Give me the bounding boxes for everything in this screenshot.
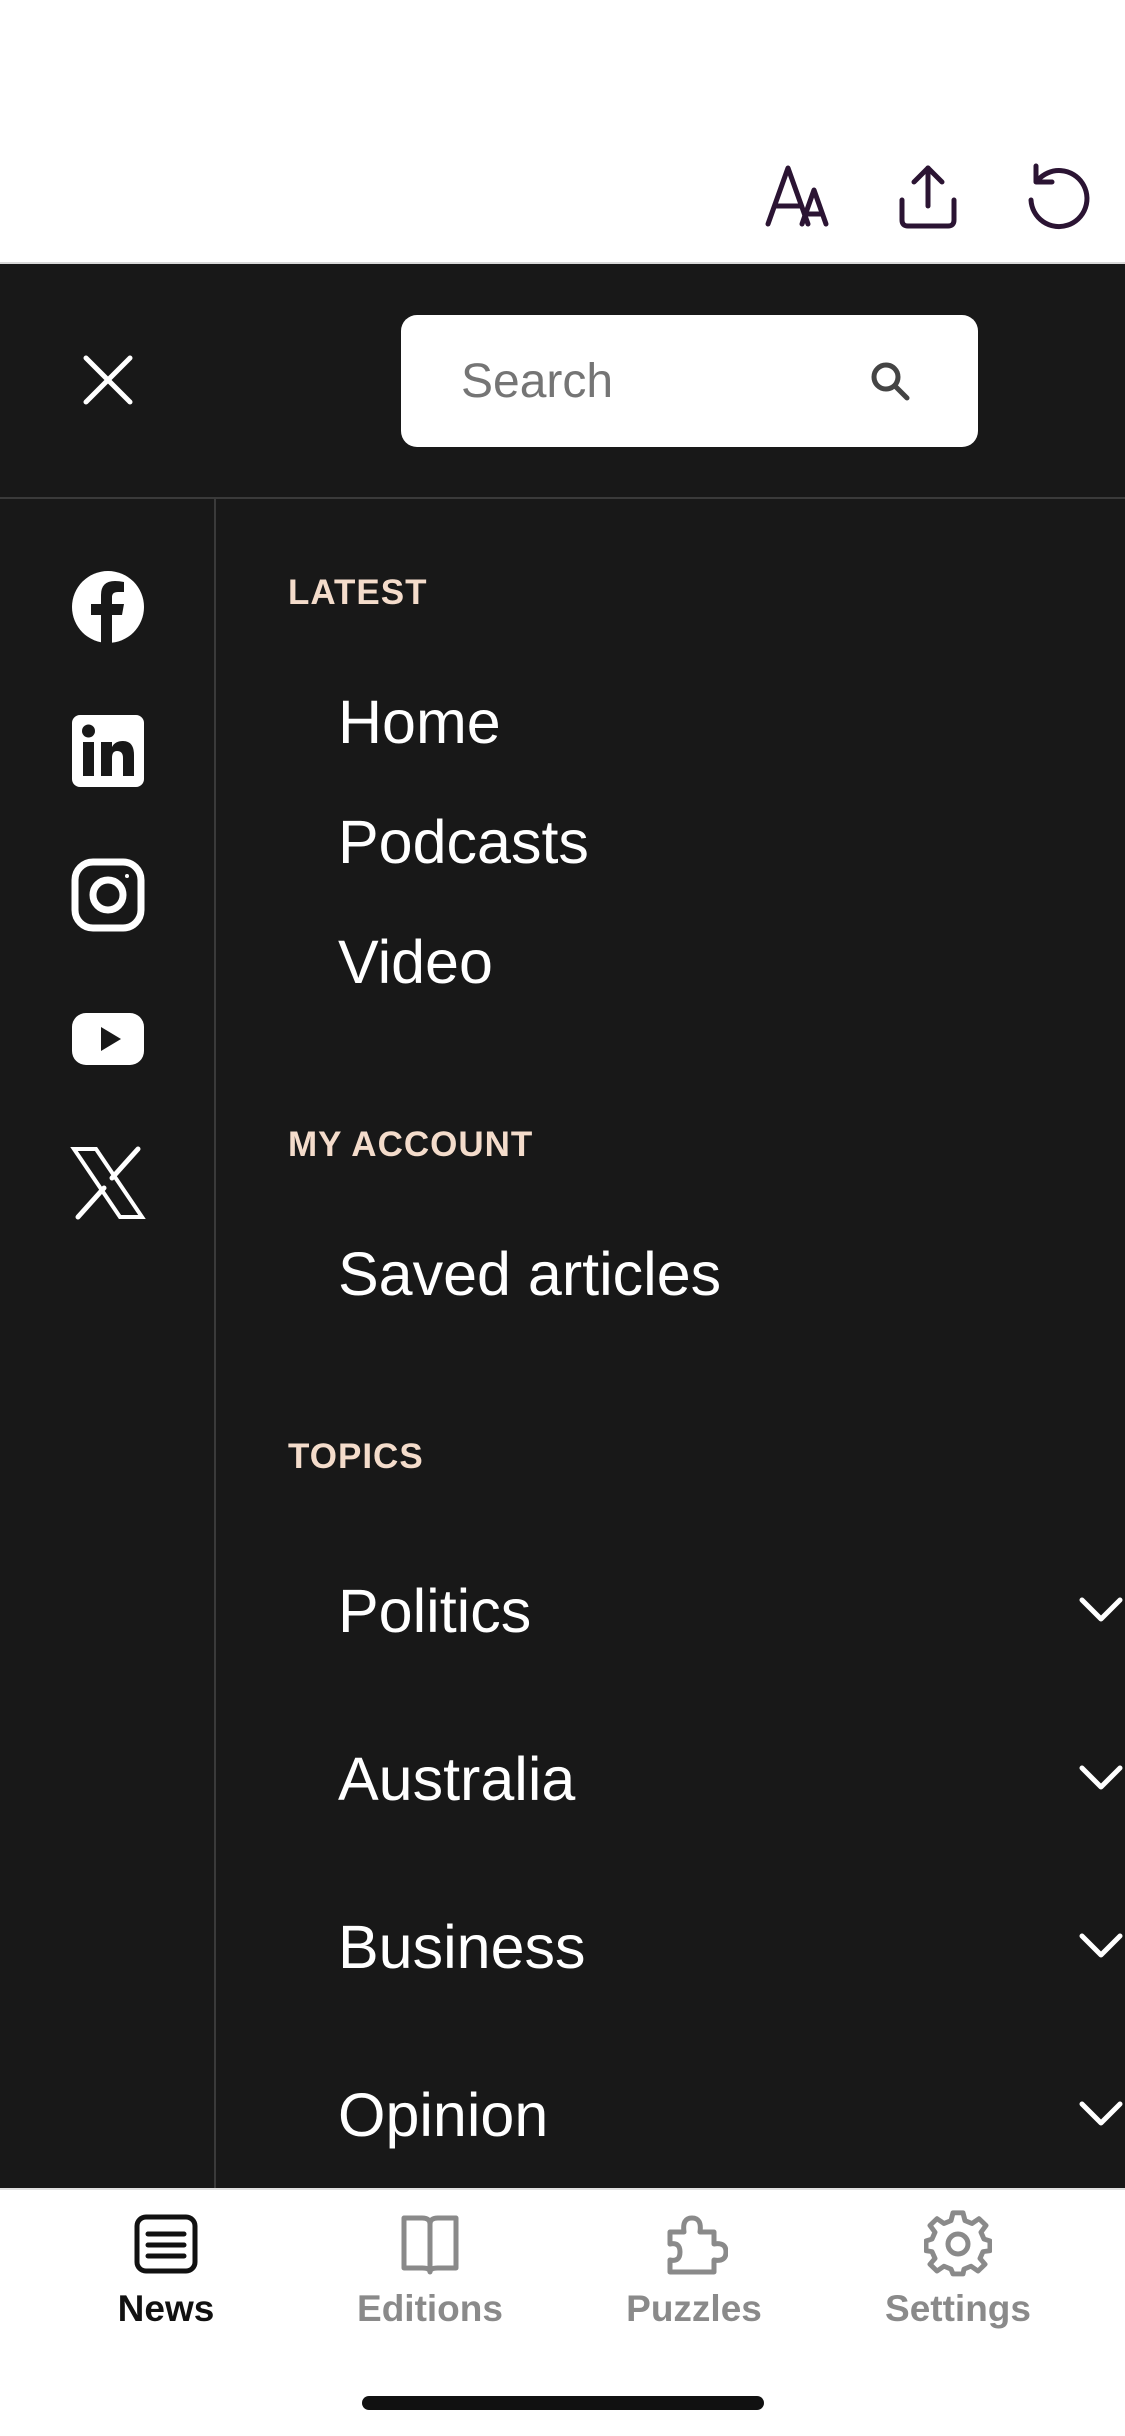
puzzles-icon (667, 2215, 728, 2275)
tab-editions[interactable]: Editions (320, 2210, 540, 2340)
facebook-icon[interactable] (70, 569, 146, 645)
tab-puzzles[interactable]: Puzzles (584, 2210, 804, 2340)
settings-icon (924, 2210, 992, 2277)
search-box[interactable] (401, 315, 978, 447)
tab-news[interactable]: News (56, 2210, 276, 2340)
tab-label: News (117, 2288, 215, 2329)
share-icon[interactable] (892, 160, 964, 232)
topic-politics[interactable]: Politics (338, 1556, 1125, 1666)
linkedin-icon[interactable] (70, 713, 146, 789)
close-button[interactable] (72, 344, 144, 416)
topic-opinion[interactable]: Opinion (338, 2060, 1125, 2170)
instagram-icon[interactable] (70, 857, 146, 933)
close-icon (83, 355, 133, 405)
chevron-down-icon[interactable] (1074, 1752, 1125, 1806)
tab-settings[interactable]: Settings (848, 2210, 1068, 2340)
chevron-down-icon[interactable] (1074, 1584, 1125, 1638)
refresh-icon[interactable] (1022, 160, 1094, 232)
topic-australia[interactable]: Australia (338, 1724, 1125, 1834)
text-size-icon[interactable] (762, 160, 834, 232)
x-icon[interactable] (70, 1145, 146, 1221)
topic-business[interactable]: Business (338, 1892, 1125, 2002)
nav-item-video[interactable]: Video (338, 927, 493, 997)
nav-item-home[interactable]: Home (338, 687, 501, 757)
topic-label: Australia (338, 1745, 576, 1813)
tab-label: Settings (885, 2288, 1031, 2329)
search-input[interactable] (461, 353, 841, 409)
section-label-latest: LATEST (288, 573, 428, 612)
section-label-my-account: MY ACCOUNT (288, 1125, 534, 1164)
youtube-icon[interactable] (70, 1001, 146, 1077)
search-icon[interactable] (868, 359, 912, 403)
news-icon (134, 2214, 198, 2274)
chevron-down-icon[interactable] (1074, 1920, 1125, 1974)
editions-icon (401, 2215, 459, 2275)
nav-item-saved-articles[interactable]: Saved articles (338, 1239, 721, 1309)
home-indicator (362, 2396, 764, 2410)
menu-header (0, 264, 1125, 499)
nav-item-podcasts[interactable]: Podcasts (338, 807, 589, 877)
topic-label: Politics (338, 1577, 532, 1645)
social-links (0, 499, 216, 2188)
topic-label: Business (338, 1913, 586, 1981)
topic-label: Opinion (338, 2081, 549, 2149)
tab-label: Puzzles (626, 2288, 762, 2329)
navigation-menu: LATEST Home Podcasts Video MY ACCOUNT Sa… (0, 264, 1125, 2188)
section-label-topics: TOPICS (288, 1437, 424, 1476)
top-toolbar (0, 0, 1125, 264)
chevron-down-icon[interactable] (1074, 2088, 1125, 2142)
tab-label: Editions (357, 2288, 503, 2329)
